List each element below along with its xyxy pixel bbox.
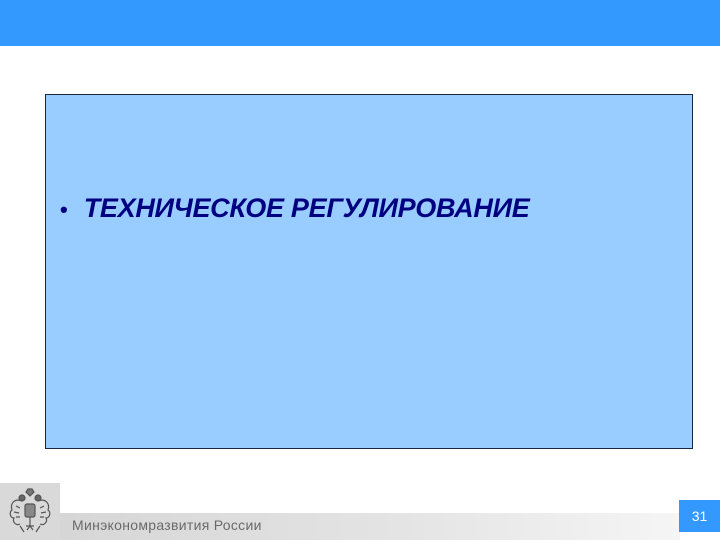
bullet-item: • ТЕХНИЧЕСКОЕ РЕГУЛИРОВАНИЕ [60,193,530,224]
ministry-label: Минэкономразвития России [72,517,262,533]
emblem-box [0,483,60,540]
double-headed-eagle-emblem-icon [9,488,51,533]
content-box: • ТЕХНИЧЕСКОЕ РЕГУЛИРОВАНИЕ [45,94,693,449]
bullet-text: ТЕХНИЧЕСКОЕ РЕГУЛИРОВАНИЕ [83,193,530,223]
bullet-marker: • [60,197,68,222]
page-number-badge: 31 [679,500,720,532]
top-bar [0,0,720,46]
